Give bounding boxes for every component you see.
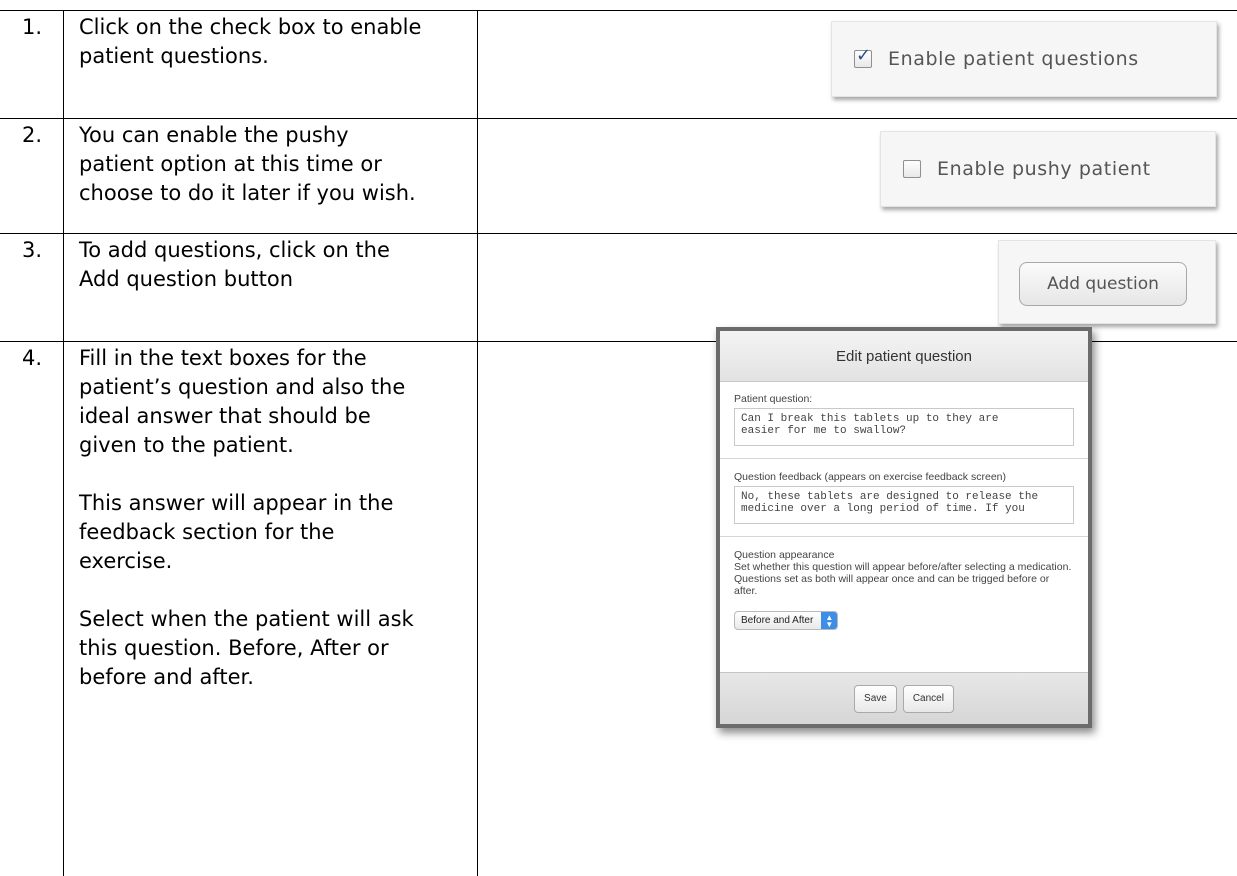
step-number: 2. xyxy=(22,123,43,147)
table-col-divider-2 xyxy=(477,10,478,876)
step-number: 3. xyxy=(22,238,43,262)
step-number: 4. xyxy=(22,346,43,370)
patient-question-textarea[interactable]: Can I break this tablets up to they are … xyxy=(734,408,1074,446)
paragraph: Select when the patient will ask this qu… xyxy=(79,605,469,692)
save-button[interactable]: Save xyxy=(854,684,897,713)
cancel-button[interactable]: Cancel xyxy=(902,684,954,713)
appearance-help-line: Set whether this question will appear be… xyxy=(734,561,1072,573)
checkbox-label: Enable patient questions xyxy=(888,48,1139,70)
text-line: You can enable the pushy xyxy=(79,123,349,147)
appearance-section: Question appearance Set whether this que… xyxy=(720,537,1088,648)
text-line: patient option at this time or xyxy=(79,152,382,176)
text-line: Fill in the text boxes for the xyxy=(79,346,367,370)
feedback-section: Question feedback (appears on exercise f… xyxy=(720,459,1088,537)
table-rule-top xyxy=(0,10,1237,11)
appearance-select[interactable]: Before and After ▲ ▼ xyxy=(734,611,839,630)
pushy-patient-snippet: Enable pushy patient xyxy=(880,131,1216,207)
appearance-select-value: Before and After xyxy=(741,615,814,626)
table-rule-1 xyxy=(0,118,1237,119)
chevron-up-down-icon: ▲ ▼ xyxy=(821,612,838,629)
dialog-footer: Save Cancel xyxy=(720,672,1088,724)
checkbox-label: Enable pushy patient xyxy=(937,158,1151,180)
text-line: Click on the check box to enable xyxy=(79,15,422,39)
patient-question-label: Patient question: xyxy=(734,393,813,405)
feedback-textarea[interactable]: No, these tablets are designed to releas… xyxy=(734,486,1074,524)
text-line: Add question button xyxy=(79,267,293,291)
step-number: 1. xyxy=(22,15,43,39)
add-question-snippet: Add question xyxy=(998,240,1216,324)
table-col-divider-1 xyxy=(63,10,64,876)
text-line: ideal answer that should be xyxy=(79,404,371,428)
text-line: this question. Before, After or xyxy=(79,636,389,660)
edit-patient-question-dialog: Edit patient question Patient question: … xyxy=(716,327,1092,728)
text-line: This answer will appear in the xyxy=(79,491,394,515)
text-line: before and after. xyxy=(79,665,254,689)
feedback-label: Question feedback (appears on exercise f… xyxy=(734,471,1006,483)
text-line: patient questions. xyxy=(79,44,269,68)
checkmark-icon: ✓ xyxy=(856,45,872,66)
enable-questions-snippet: ✓ Enable patient questions xyxy=(831,21,1217,97)
paragraph: Fill in the text boxes for the patient’s… xyxy=(79,344,469,460)
text-line: choose to do it later if you wish. xyxy=(79,181,416,205)
add-question-button[interactable]: Add question xyxy=(1019,262,1187,306)
step-description: Click on the check box to enable patient… xyxy=(79,13,469,71)
step-description: You can enable the pushy patient option … xyxy=(79,121,469,208)
text-line: To add questions, click on the xyxy=(79,238,390,262)
appearance-help-line: Questions set as both will appear once a… xyxy=(734,573,1050,597)
text-line: feedback section for the xyxy=(79,520,335,544)
text-line: exercise. xyxy=(79,549,173,573)
text-line: patient’s question and also the xyxy=(79,375,406,399)
enable-pushy-patient-checkbox[interactable] xyxy=(903,160,921,178)
enable-patient-questions-checkbox[interactable]: ✓ xyxy=(854,45,872,68)
text-line: given to the patient. xyxy=(79,433,294,457)
step-description: Fill in the text boxes for the patient’s… xyxy=(79,344,469,692)
paragraph: This answer will appear in the feedback … xyxy=(79,489,469,576)
step-description: To add questions, click on the Add quest… xyxy=(79,236,469,294)
text-line: Select when the patient will ask xyxy=(79,607,414,631)
table-rule-2 xyxy=(0,233,1237,234)
dialog-title: Edit patient question xyxy=(720,331,1088,382)
patient-question-section: Patient question: Can I break this table… xyxy=(720,382,1088,459)
appearance-label: Question appearance xyxy=(734,549,835,561)
